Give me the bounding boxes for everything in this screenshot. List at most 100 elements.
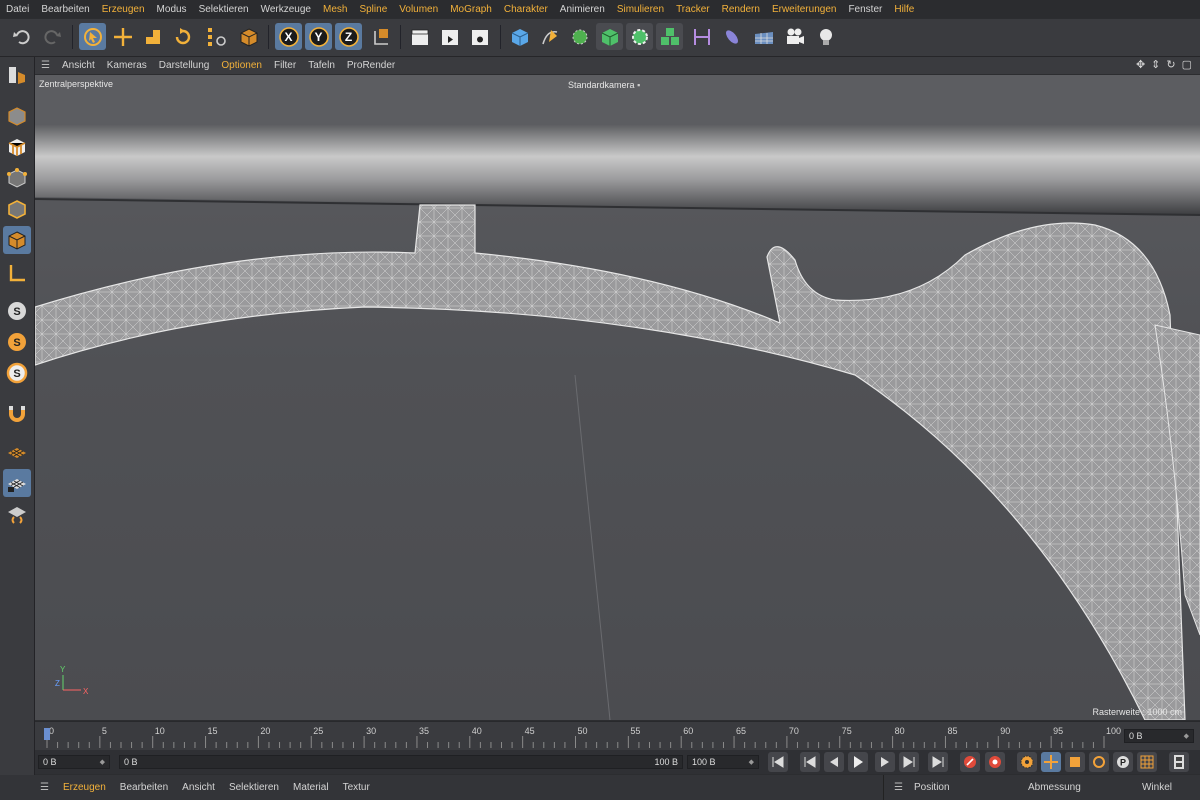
timeline-end-field[interactable]: 100 B ◆ bbox=[687, 755, 759, 769]
menu-mesh[interactable]: Mesh bbox=[317, 4, 353, 15]
menu-rendern[interactable]: Rendern bbox=[716, 4, 766, 15]
material-menu-material[interactable]: Material bbox=[286, 782, 336, 793]
current-frame-field[interactable]: 0 B ◆ bbox=[1124, 729, 1194, 743]
material-menu-selektieren[interactable]: Selektieren bbox=[222, 782, 286, 793]
auto-key-button[interactable] bbox=[985, 752, 1005, 772]
workplane-button[interactable] bbox=[3, 438, 31, 466]
locked-workplane-button[interactable] bbox=[3, 469, 31, 497]
light-button[interactable] bbox=[812, 23, 839, 50]
render-view-button[interactable] bbox=[406, 23, 433, 50]
make-editable-button[interactable] bbox=[3, 61, 31, 89]
material-panel-icon[interactable]: ☰ bbox=[0, 782, 56, 793]
axis-workplane-button[interactable] bbox=[3, 500, 31, 528]
material-menu-textur[interactable]: Textur bbox=[336, 782, 377, 793]
go-to-end-button[interactable] bbox=[928, 752, 948, 772]
menu-animieren[interactable]: Animieren bbox=[554, 4, 611, 15]
record-keys-button[interactable] bbox=[960, 752, 980, 772]
pan-view-icon[interactable]: ✥ bbox=[1136, 58, 1145, 71]
preview-range-slider[interactable]: 0 B 100 B bbox=[119, 755, 683, 769]
z-axis-lock-button[interactable]: Z bbox=[335, 23, 362, 50]
model-mode-button[interactable] bbox=[3, 102, 31, 130]
viewport-menu-ansicht[interactable]: Ansicht bbox=[56, 60, 101, 71]
menu-volumen[interactable]: Volumen bbox=[393, 4, 444, 15]
object-mode-button[interactable] bbox=[235, 23, 262, 50]
next-key-button[interactable] bbox=[899, 752, 919, 772]
timeline-ruler[interactable]: 0 5 10 15 20 25 30 35 40 45 50 55 60 65 70 75 80 85 90 95 10… bbox=[35, 721, 1200, 750]
key-scale-button[interactable] bbox=[1065, 752, 1085, 772]
next-frame-button[interactable] bbox=[875, 752, 895, 772]
field-button[interactable] bbox=[718, 23, 745, 50]
viewport-panel-icon[interactable]: ☰ bbox=[35, 60, 56, 71]
menu-simulieren[interactable]: Simulieren bbox=[611, 4, 670, 15]
viewport-menu-darstellung[interactable]: Darstellung bbox=[153, 60, 216, 71]
menu-spline[interactable]: Spline bbox=[353, 4, 393, 15]
magnet-tool-button[interactable] bbox=[3, 399, 31, 427]
deformer-button[interactable] bbox=[688, 23, 715, 50]
playhead-marker[interactable] bbox=[44, 728, 50, 740]
polygon-mode-button[interactable] bbox=[3, 226, 31, 254]
redo-button[interactable] bbox=[38, 23, 65, 50]
menu-tracker[interactable]: Tracker bbox=[670, 4, 716, 15]
camera-button[interactable] bbox=[781, 23, 808, 50]
viewport-menu-optionen[interactable]: Optionen bbox=[215, 60, 268, 71]
viewport-menu-kameras[interactable]: Kameras bbox=[101, 60, 153, 71]
3d-viewport[interactable]: Zentralperspektive Standardkamera ▪ Rast… bbox=[35, 75, 1200, 720]
key-position-button[interactable] bbox=[1041, 752, 1061, 772]
key-pla-button[interactable] bbox=[1137, 752, 1157, 772]
coordinates-panel-icon[interactable]: ☰ bbox=[890, 782, 907, 793]
viewport-menu-prorender[interactable]: ProRender bbox=[341, 60, 401, 71]
zoom-view-icon[interactable]: ⇕ bbox=[1151, 58, 1160, 71]
viewport-menu-tafeln[interactable]: Tafeln bbox=[302, 60, 341, 71]
pen-spline-button[interactable] bbox=[536, 23, 563, 50]
texture-mode-button[interactable] bbox=[3, 133, 31, 161]
menu-mograph[interactable]: MoGraph bbox=[444, 4, 498, 15]
menu-datei[interactable]: Datei bbox=[0, 4, 35, 15]
subdivision-surface-button[interactable] bbox=[566, 23, 593, 50]
menu-werkzeuge[interactable]: Werkzeuge bbox=[255, 4, 317, 15]
material-menu-ansicht[interactable]: Ansicht bbox=[175, 782, 222, 793]
menu-charakter[interactable]: Charakter bbox=[498, 4, 554, 15]
y-axis-lock-button[interactable]: Y bbox=[305, 23, 332, 50]
floor-button[interactable] bbox=[750, 23, 777, 50]
move-button[interactable] bbox=[109, 23, 136, 50]
render-settings-button[interactable] bbox=[466, 23, 493, 50]
render-picture-viewer-button[interactable] bbox=[436, 23, 463, 50]
uv-mode-button[interactable] bbox=[3, 259, 31, 287]
live-selection-button[interactable] bbox=[79, 23, 106, 50]
menu-erweiterungen[interactable]: Erweiterungen bbox=[766, 4, 842, 15]
cloner-button[interactable] bbox=[626, 23, 653, 50]
menu-hilfe[interactable]: Hilfe bbox=[888, 4, 920, 15]
material-menu-erzeugen[interactable]: Erzeugen bbox=[56, 782, 113, 793]
menu-selektieren[interactable]: Selektieren bbox=[193, 4, 255, 15]
undo-button[interactable] bbox=[8, 23, 35, 50]
maximize-view-icon[interactable]: ▢ bbox=[1182, 58, 1192, 71]
keyframe-selection-button[interactable] bbox=[1017, 752, 1037, 772]
workplane-snap-button[interactable]: S bbox=[3, 359, 31, 387]
mograph-button[interactable] bbox=[656, 23, 683, 50]
point-mode-button[interactable] bbox=[3, 164, 31, 192]
menu-bearbeiten[interactable]: Bearbeiten bbox=[35, 4, 95, 15]
material-menu-bearbeiten[interactable]: Bearbeiten bbox=[113, 782, 175, 793]
play-button[interactable] bbox=[848, 752, 868, 772]
edge-mode-button[interactable] bbox=[3, 195, 31, 223]
menu-modus[interactable]: Modus bbox=[151, 4, 193, 15]
rotate-button[interactable] bbox=[169, 23, 196, 50]
coordinate-system-button[interactable] bbox=[367, 23, 394, 50]
snap-settings-button[interactable]: S bbox=[3, 328, 31, 356]
key-parameter-button[interactable]: P bbox=[1113, 752, 1133, 772]
x-axis-lock-button[interactable]: X bbox=[275, 23, 302, 50]
timeline-window-button[interactable] bbox=[1169, 752, 1189, 772]
scale-button[interactable] bbox=[139, 23, 166, 50]
cube-primitive-button[interactable] bbox=[506, 23, 533, 50]
menu-erzeugen[interactable]: Erzeugen bbox=[96, 4, 151, 15]
rotate-view-icon[interactable]: ↻ bbox=[1166, 58, 1175, 71]
previous-key-button[interactable] bbox=[800, 752, 820, 772]
timeline-start-field[interactable]: 0 B ◆ bbox=[38, 755, 110, 769]
menu-fenster[interactable]: Fenster bbox=[842, 4, 888, 15]
viewport-menu-filter[interactable]: Filter bbox=[268, 60, 302, 71]
previous-frame-button[interactable] bbox=[824, 752, 844, 772]
snap-enable-button[interactable]: S bbox=[3, 297, 31, 325]
generator-button[interactable] bbox=[596, 23, 623, 50]
key-rotation-button[interactable] bbox=[1089, 752, 1109, 772]
recent-tools-button[interactable] bbox=[203, 23, 231, 50]
